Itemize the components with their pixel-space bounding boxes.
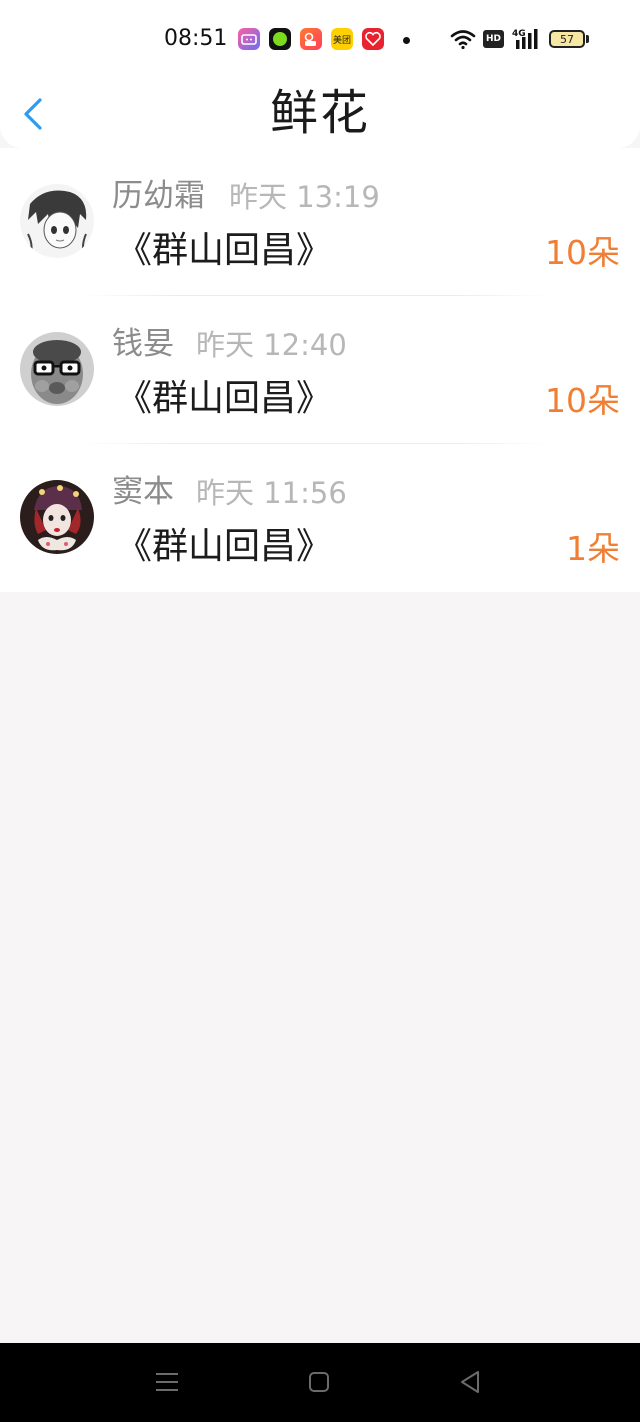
wifi-icon (450, 30, 476, 50)
bilibili-icon (238, 28, 260, 50)
book-title: 《群山回昌》 (116, 526, 333, 567)
screen: 08:51 美团 HD 4G 57 鲜花 历幼霜 昨天 13:19 《群山回昌》… (0, 0, 640, 1422)
avatar[interactable] (20, 184, 94, 258)
battery-tip (586, 35, 589, 43)
video-app-icon (300, 28, 322, 50)
book-title: 《群山回昌》 (116, 378, 333, 419)
signal-icon: 4G (512, 29, 538, 49)
meituan-icon: 美团 (331, 28, 353, 50)
flower-count: 10朵 (545, 233, 620, 272)
sender-name: 历幼霜 (112, 178, 205, 214)
battery-indicator: 57 (549, 30, 585, 48)
list-item[interactable]: 窦本 昨天 11:56 《群山回昌》 1朵 (0, 444, 640, 592)
flower-gift-list: 历幼霜 昨天 13:19 《群山回昌》 10朵 钱妟 昨天 12:40 《群山回… (0, 148, 640, 592)
home-icon[interactable] (304, 1367, 334, 1397)
hd-badge: HD (483, 30, 504, 48)
sent-time: 昨天 11:56 (196, 476, 347, 510)
header: 鲜花 (0, 80, 640, 148)
top-panel: 08:51 美团 HD 4G 57 鲜花 (0, 0, 640, 148)
book-title: 《群山回昌》 (116, 230, 333, 271)
flower-count: 10朵 (545, 381, 620, 420)
back-triangle-icon[interactable] (456, 1367, 486, 1397)
menu-icon[interactable] (152, 1367, 182, 1397)
sender-name: 钱妟 (112, 326, 174, 362)
page-title: 鲜花 (269, 85, 370, 141)
list-item[interactable]: 钱妟 昨天 12:40 《群山回昌》 10朵 (0, 296, 640, 444)
sent-time: 昨天 12:40 (196, 328, 347, 362)
sent-time: 昨天 13:19 (229, 180, 380, 214)
meituan-label: 美团 (332, 35, 351, 46)
avatar[interactable] (20, 480, 94, 554)
flower-count: 1朵 (566, 529, 620, 568)
notification-dot (403, 37, 410, 44)
green-app-icon (269, 28, 291, 50)
status-bar: 08:51 美团 HD 4G 57 (0, 0, 640, 80)
battery-level: 57 (560, 32, 574, 46)
system-nav-bar (0, 1343, 640, 1422)
list-item[interactable]: 历幼霜 昨天 13:19 《群山回昌》 10朵 (0, 148, 640, 296)
sender-name: 窦本 (112, 474, 174, 510)
status-time: 08:51 (164, 26, 228, 51)
red-app-icon (362, 28, 384, 50)
avatar[interactable] (20, 332, 94, 406)
